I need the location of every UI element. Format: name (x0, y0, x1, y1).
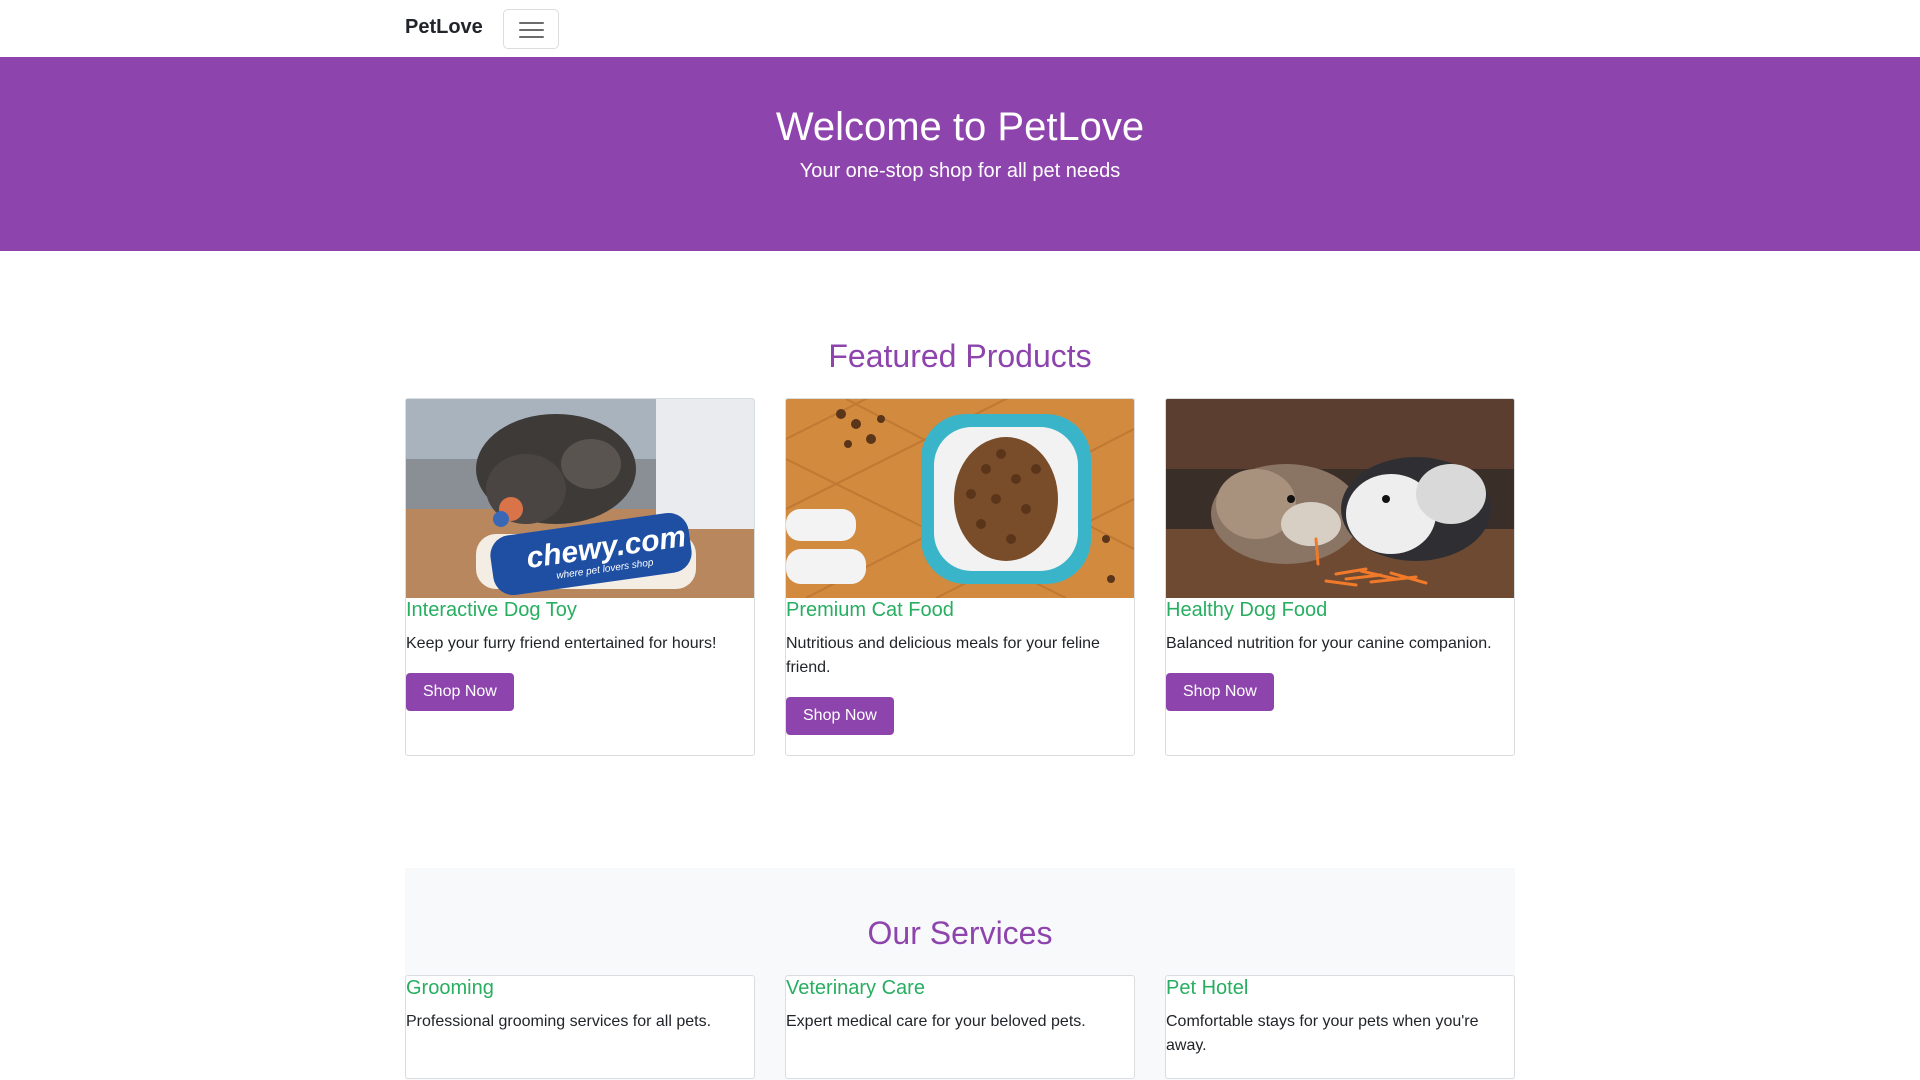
product-description: Balanced nutrition for your canine compa… (1166, 635, 1492, 652)
service-card: Grooming Professional grooming services … (405, 975, 755, 1079)
shop-now-button[interactable]: Shop Now (786, 697, 894, 735)
cat-food-bowl-image (786, 399, 1134, 598)
product-title: Premium Cat Food (786, 599, 954, 621)
our-services-heading: Our Services (867, 915, 1053, 951)
service-description: Expert medical care for your beloved pet… (786, 1013, 1086, 1030)
product-title: Interactive Dog Toy (406, 599, 577, 621)
service-title: Grooming (406, 977, 494, 999)
product-description: Nutritious and delicious meals for your … (786, 635, 1100, 676)
product-card: Premium Cat Food Nutritious and deliciou… (785, 398, 1135, 756)
product-card: Healthy Dog Food Balanced nutrition for … (1165, 398, 1515, 756)
shop-now-button[interactable]: Shop Now (1166, 673, 1274, 711)
navbar-toggler-button[interactable] (503, 9, 559, 49)
product-description: Keep your furry friend entertained for h… (406, 635, 717, 652)
dog-with-chewy-toy-image: chewy.com where pet lovers shop (406, 399, 754, 598)
shop-now-button[interactable]: Shop Now (406, 673, 514, 711)
product-title: Healthy Dog Food (1166, 599, 1328, 621)
service-card: Veterinary Care Expert medical care for … (785, 975, 1135, 1079)
product-card: chewy.com where pet lovers shop Interact… (405, 398, 755, 756)
service-description: Professional grooming services for all p… (406, 1013, 712, 1030)
service-title: Veterinary Care (786, 977, 925, 999)
service-title: Pet Hotel (1166, 977, 1249, 999)
hero-title: Welcome to PetLove (775, 105, 1145, 149)
hero-subtitle: Your one-stop shop for all pet needs (799, 160, 1121, 182)
featured-products-heading: Featured Products (828, 338, 1092, 374)
service-description: Comfortable stays for your pets when you… (1166, 1013, 1479, 1054)
hero-banner: Welcome to PetLove Your one-stop shop fo… (0, 57, 1920, 251)
guinea-pigs-eating-image (1166, 399, 1514, 598)
service-card: Pet Hotel Comfortable stays for your pet… (1165, 975, 1515, 1079)
navbar: PetLove (0, 0, 1920, 57)
navbar-brand[interactable]: PetLove (405, 15, 483, 39)
